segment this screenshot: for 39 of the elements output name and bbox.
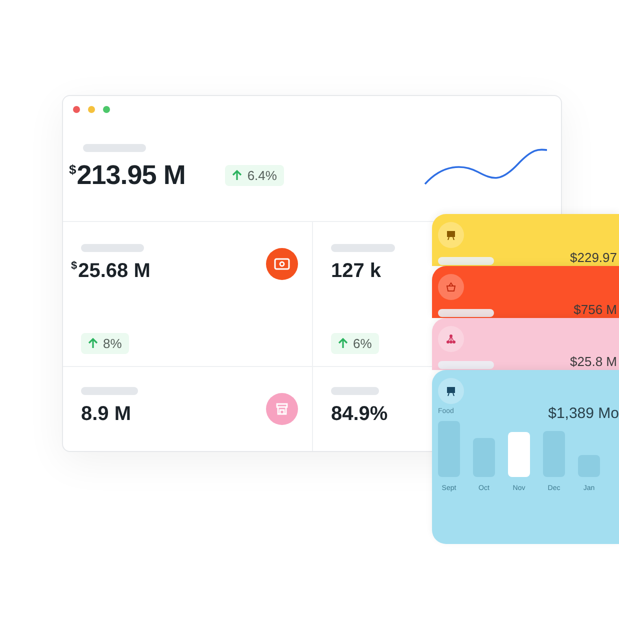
currency-sign: $ bbox=[71, 260, 78, 272]
chart-bar[interactable] bbox=[473, 438, 495, 477]
easel-icon bbox=[438, 222, 464, 248]
placeholder-line bbox=[83, 144, 146, 152]
chart-bar[interactable] bbox=[438, 421, 460, 477]
account-card[interactable]: $229.97 bbox=[432, 214, 619, 266]
placeholder-line bbox=[81, 244, 144, 252]
placeholder-line bbox=[438, 257, 494, 265]
metric-value: 127 k bbox=[331, 260, 382, 283]
placeholder-line bbox=[331, 387, 379, 395]
network-icon bbox=[438, 326, 464, 352]
arrow-up-icon bbox=[88, 338, 98, 349]
money-icon bbox=[266, 248, 298, 280]
change-badge: 6.4% bbox=[225, 165, 284, 186]
store-icon bbox=[266, 393, 298, 425]
account-card[interactable]: $25.8 M bbox=[432, 318, 619, 370]
metric-value: 25.68 M bbox=[78, 260, 150, 283]
metric-value: 8.9 M bbox=[81, 403, 132, 426]
card-amount: $756 M bbox=[574, 302, 617, 317]
placeholder-line bbox=[331, 244, 395, 252]
placeholder-line bbox=[81, 387, 138, 395]
arrow-up-icon bbox=[338, 338, 348, 349]
placeholder-line bbox=[438, 309, 494, 317]
maximize-dot-icon[interactable] bbox=[103, 106, 110, 113]
card-amount: $229.97 bbox=[570, 250, 617, 265]
chart-bar[interactable] bbox=[508, 432, 530, 477]
card-amount: $1,389 Mo bbox=[548, 405, 619, 422]
total-value: 213.95 M bbox=[76, 160, 186, 191]
close-dot-icon[interactable] bbox=[73, 106, 80, 113]
basket-icon bbox=[438, 274, 464, 300]
change-badge: 8% bbox=[81, 333, 129, 354]
easel-icon bbox=[438, 378, 464, 404]
card-amount: $25.8 M bbox=[570, 354, 617, 369]
arrow-up-icon bbox=[232, 170, 242, 181]
metric-value: 84.9% bbox=[331, 403, 388, 426]
currency-sign: $ bbox=[69, 162, 76, 177]
minimize-dot-icon[interactable] bbox=[88, 106, 95, 113]
change-badge: 6% bbox=[331, 333, 379, 354]
placeholder-line bbox=[438, 361, 494, 369]
